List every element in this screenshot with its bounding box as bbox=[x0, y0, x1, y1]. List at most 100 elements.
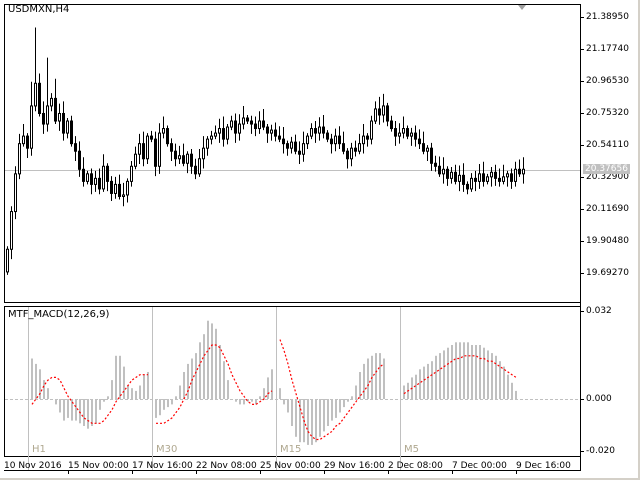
candle-bear bbox=[326, 132, 329, 140]
histogram-bar bbox=[235, 399, 237, 402]
candle-bull bbox=[66, 120, 69, 134]
candle-bull bbox=[302, 143, 305, 155]
indicator-axis-max: 0.032 bbox=[586, 306, 612, 316]
candle-bull bbox=[290, 141, 293, 149]
candle-bull bbox=[258, 120, 261, 130]
candle-bear bbox=[294, 141, 297, 152]
histogram-bar bbox=[171, 399, 173, 405]
histogram-bar bbox=[455, 342, 457, 399]
histogram-bar bbox=[187, 363, 189, 399]
histogram-bar bbox=[503, 366, 505, 399]
histogram-bar bbox=[79, 399, 81, 424]
candle-bear bbox=[518, 168, 521, 175]
candle-bear bbox=[118, 183, 121, 197]
time-axis-label: 17 Nov 16:00 bbox=[132, 461, 193, 471]
candle-bull bbox=[206, 138, 209, 149]
candle-bull bbox=[382, 105, 385, 116]
histogram-bar bbox=[127, 385, 129, 399]
candle-bull bbox=[502, 176, 505, 182]
histogram-bar bbox=[439, 353, 441, 399]
candle-bear bbox=[322, 126, 325, 134]
histogram-bar bbox=[315, 399, 317, 443]
indicator-title: MTF_MACD(12,26,9) bbox=[8, 309, 110, 320]
time-axis-label: 15 Nov 00:00 bbox=[68, 461, 129, 471]
timeframe-label-m30: M30 bbox=[156, 444, 178, 455]
candle-bear bbox=[466, 183, 469, 190]
candle-bull bbox=[134, 153, 137, 167]
histogram-bar bbox=[211, 323, 213, 399]
candle-bull bbox=[350, 147, 353, 160]
candle-bull bbox=[334, 135, 337, 145]
candle-bear bbox=[278, 135, 281, 140]
candle-bear bbox=[42, 112, 45, 125]
histogram-bar bbox=[499, 361, 501, 399]
candle-bull bbox=[18, 143, 21, 175]
candle-bear bbox=[174, 150, 177, 160]
histogram-bar bbox=[227, 380, 229, 399]
candle-bull bbox=[306, 135, 309, 145]
main-chart-frame bbox=[4, 4, 581, 303]
candle-bull bbox=[34, 82, 37, 107]
histogram-bar bbox=[435, 355, 437, 399]
price-axis-label: 20.54110 bbox=[586, 140, 629, 150]
signal-line-m30 bbox=[156, 344, 273, 424]
histogram-bar bbox=[203, 334, 205, 399]
histogram-bar bbox=[91, 399, 93, 426]
histogram-bar bbox=[351, 396, 353, 399]
candle-bull bbox=[310, 128, 313, 137]
price-axis-label: 21.38950 bbox=[586, 12, 629, 22]
histogram-bar bbox=[355, 385, 357, 399]
histogram-bar bbox=[207, 320, 209, 399]
histogram-bar bbox=[283, 399, 285, 405]
candle-bear bbox=[150, 135, 153, 140]
histogram-bar bbox=[83, 399, 85, 426]
histogram-bar bbox=[307, 399, 309, 445]
histogram-bar bbox=[383, 358, 385, 399]
price-axis-label: 19.90480 bbox=[586, 236, 629, 246]
candle-bear bbox=[250, 120, 253, 125]
candle-bear bbox=[78, 150, 81, 170]
candle-bull bbox=[230, 120, 233, 128]
candle-bull bbox=[238, 123, 241, 134]
histogram-bar bbox=[107, 396, 109, 399]
price-axis-label: 20.11690 bbox=[586, 204, 629, 214]
histogram-bar bbox=[491, 353, 493, 399]
timeframe-label-m15: M15 bbox=[280, 444, 302, 455]
histogram-bar bbox=[175, 396, 177, 399]
candle-bear bbox=[26, 135, 29, 149]
chart-canvas[interactable] bbox=[0, 0, 640, 480]
histogram-bar bbox=[111, 380, 113, 399]
candle-bear bbox=[386, 105, 389, 122]
histogram-bar bbox=[347, 399, 349, 402]
candle-bull bbox=[122, 194, 125, 197]
histogram-bar bbox=[183, 372, 185, 399]
histogram-bar bbox=[159, 399, 161, 416]
candle-bear bbox=[314, 128, 317, 134]
candle-bull bbox=[114, 183, 117, 194]
candle-bear bbox=[298, 150, 301, 155]
histogram-bar bbox=[335, 399, 337, 418]
histogram-bar bbox=[423, 366, 425, 399]
candle-bear bbox=[510, 173, 513, 182]
histogram-bar bbox=[35, 363, 37, 399]
histogram-bar bbox=[75, 399, 77, 421]
candle-bear bbox=[110, 180, 113, 194]
candle-bull bbox=[198, 158, 201, 175]
histogram-bar bbox=[135, 390, 137, 399]
candle-bull bbox=[514, 168, 517, 182]
histogram-bar bbox=[223, 361, 225, 399]
candle-bull bbox=[242, 117, 245, 125]
current-price-label: 20.37656 bbox=[583, 164, 630, 174]
histogram-bar bbox=[115, 355, 117, 399]
candle-bear bbox=[98, 177, 101, 190]
candle-bull bbox=[58, 112, 61, 122]
time-axis-label: 10 Nov 2016 bbox=[4, 461, 62, 471]
histogram-bar bbox=[319, 399, 321, 437]
histogram-bar bbox=[147, 372, 149, 399]
histogram-bar bbox=[511, 382, 513, 399]
histogram-bar bbox=[231, 399, 233, 400]
histogram-bar bbox=[479, 345, 481, 399]
histogram-bar bbox=[51, 399, 53, 400]
histogram-bar bbox=[443, 350, 445, 399]
candle-bear bbox=[106, 165, 109, 182]
